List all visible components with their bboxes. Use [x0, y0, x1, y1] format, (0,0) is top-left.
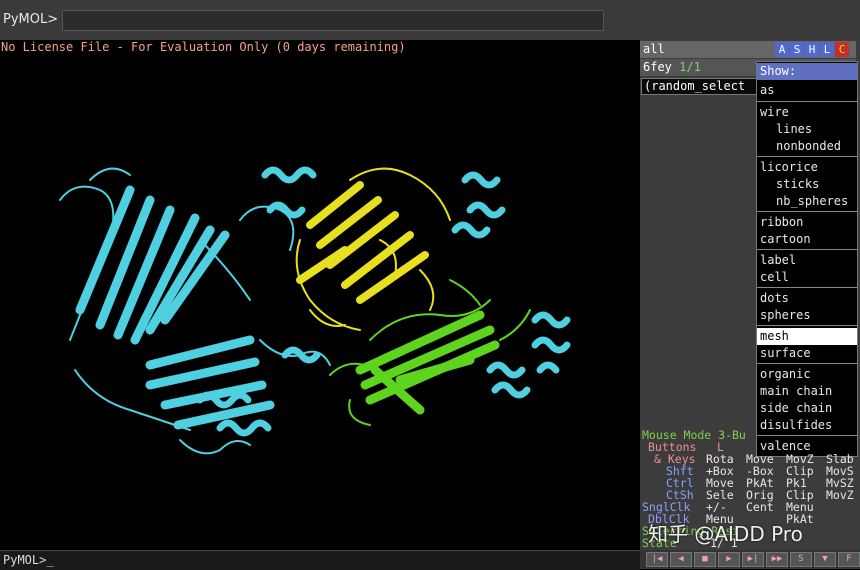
state-count: 1/1 — [679, 60, 701, 74]
menu-item-mesh[interactable]: mesh — [757, 328, 857, 345]
protein-cartoon-render — [59, 166, 571, 455]
menu-item-ribbon[interactable]: ribbon — [757, 214, 857, 231]
menu-separator — [757, 211, 857, 212]
back-button[interactable]: ◀ — [670, 552, 692, 567]
menu-item-organic[interactable]: organic — [757, 366, 857, 383]
object-name: all — [643, 42, 665, 56]
menu-separator — [757, 363, 857, 364]
menu-item-wire[interactable]: wire — [757, 104, 857, 121]
stop-button[interactable]: ■ — [694, 552, 716, 567]
top-right-area — [610, 0, 860, 40]
forward-button[interactable]: ▶| — [742, 552, 764, 567]
bottom-command-line[interactable]: PyMOL>_ — [0, 550, 640, 570]
selection-name: (random_select — [644, 79, 746, 93]
molecular-viewer[interactable]: No License File - For Evaluation Only (0… — [0, 40, 640, 550]
menu-item-licorice[interactable]: licorice — [757, 159, 857, 176]
license-warning: No License File - For Evaluation Only (0… — [1, 40, 406, 54]
dropdown-button[interactable]: ▼ — [814, 552, 836, 567]
mouse-action: MovZ — [826, 488, 854, 502]
menu-item-nonbonded[interactable]: nonbonded — [757, 138, 857, 155]
label-button[interactable]: L — [820, 42, 834, 57]
fullscreen-button[interactable]: F — [838, 552, 860, 567]
command-bar: PyMOL> — [0, 0, 860, 40]
command-input[interactable] — [62, 10, 604, 31]
scene-button[interactable]: S — [790, 552, 812, 567]
show-button[interactable]: S — [790, 42, 804, 57]
mouse-action: Cent — [746, 500, 774, 514]
menu-item-as[interactable]: as — [757, 82, 857, 99]
menu-item-cell[interactable]: cell — [757, 269, 857, 286]
object-name: 6fey 1/1 — [643, 59, 701, 76]
menu-separator — [757, 287, 857, 288]
show-menu: Show: as wire lines nonbonded licorice s… — [756, 61, 858, 457]
chain-a-cartoon — [59, 166, 571, 455]
object-name-text: 6fey — [643, 60, 672, 74]
menu-item-cartoon[interactable]: cartoon — [757, 231, 857, 248]
menu-separator — [757, 101, 857, 102]
menu-item-surface[interactable]: surface — [757, 345, 857, 362]
show-menu-title: Show: — [757, 63, 857, 80]
menu-item-spheres[interactable]: spheres — [757, 307, 857, 324]
object-row-all[interactable]: all A S H L C — [640, 41, 856, 58]
movie-controls: |◀ ◀ ■ ▶ ▶| ▶▶ S ▼ F — [640, 550, 860, 569]
menu-item-main-chain[interactable]: main chain — [757, 383, 857, 400]
watermark: 知乎 @AIDD Pro — [648, 522, 803, 546]
menu-item-dots[interactable]: dots — [757, 290, 857, 307]
chain-b-cartoon — [295, 167, 451, 331]
menu-separator — [757, 325, 857, 326]
menu-item-lines[interactable]: lines — [757, 121, 857, 138]
color-button[interactable]: C — [835, 42, 849, 57]
menu-item-sticks[interactable]: sticks — [757, 176, 857, 193]
menu-item-label[interactable]: label — [757, 252, 857, 269]
menu-item-side-chain[interactable]: side chain — [757, 400, 857, 417]
play-button[interactable]: ▶ — [718, 552, 740, 567]
menu-item-nb-spheres[interactable]: nb_spheres — [757, 193, 857, 210]
object-row-random-select[interactable]: (random_select — [641, 78, 759, 95]
rewind-button[interactable]: |◀ — [646, 552, 668, 567]
menu-separator — [757, 156, 857, 157]
bottom-command-text: PyMOL>_ — [3, 553, 54, 567]
hide-button[interactable]: H — [805, 42, 819, 57]
menu-separator — [757, 249, 857, 250]
end-button[interactable]: ▶▶ — [766, 552, 788, 567]
command-prompt-label: PyMOL> — [3, 12, 59, 27]
action-button[interactable]: A — [775, 42, 789, 57]
